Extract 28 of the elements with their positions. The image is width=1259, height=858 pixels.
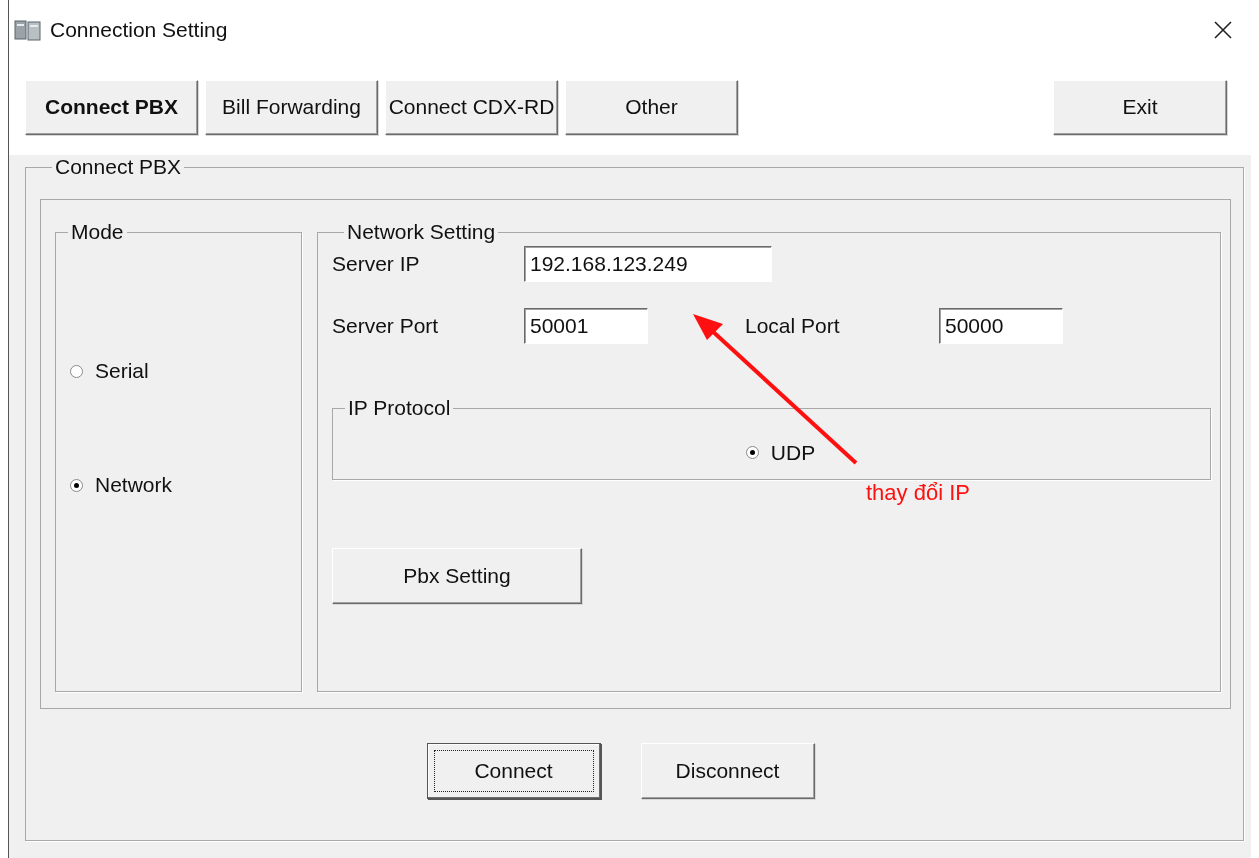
field-label: Local Port (745, 314, 841, 338)
close-icon[interactable] (1213, 20, 1233, 40)
tab[interactable]: Connect PBX (25, 79, 198, 135)
radio-button[interactable] (70, 364, 83, 378)
tab[interactable]: Bill Forwarding (205, 79, 378, 135)
input-field[interactable]: 50000 (939, 308, 1063, 344)
input-field[interactable]: 192.168.123.249 (524, 246, 772, 282)
radio-label: Serial (95, 359, 149, 383)
radio-label: UDP (770, 440, 816, 465)
group-title: Network Setting (346, 220, 497, 244)
tab[interactable]: Other (565, 79, 738, 135)
input-field[interactable]: 50001 (524, 308, 648, 344)
group-title: Connect PBX (54, 155, 183, 179)
group-title: IP Protocol (347, 396, 452, 420)
field-label: Server Port (332, 314, 440, 338)
action-button[interactable]: Disconnect (640, 743, 815, 799)
window-title: Connection Setting (50, 18, 229, 42)
pbx-setting-button[interactable]: Pbx Setting (332, 548, 582, 604)
tab[interactable]: Connect CDX-RD (385, 79, 558, 135)
radio-label: Network (95, 473, 173, 497)
group-title: Mode (70, 220, 125, 244)
radio-button[interactable] (745, 446, 759, 459)
servers-icon (14, 19, 42, 41)
radio-button[interactable] (70, 478, 83, 492)
field-label: Server IP (332, 252, 421, 276)
action-button[interactable]: Connect (426, 743, 601, 799)
annotation-text: thay đổi IP (866, 480, 970, 506)
exit-button[interactable]: Exit (1053, 79, 1227, 135)
